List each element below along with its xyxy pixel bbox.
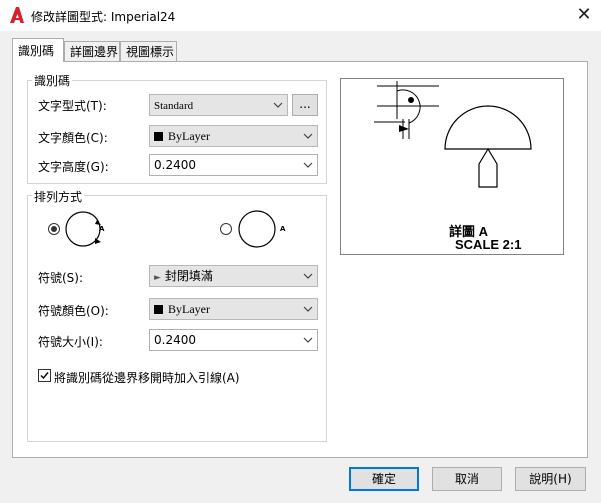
text-color-select[interactable]: ByLayer (149, 125, 318, 147)
help-button-label: 說明(H) (529, 472, 572, 486)
browse-button-label: ... (299, 97, 311, 111)
symbol-color-select[interactable]: ByLayer (149, 298, 318, 320)
text-height-combo[interactable]: 0.2400 (149, 154, 318, 176)
chevron-down-icon (303, 273, 313, 279)
arrangement-group-title: 排列方式 (32, 188, 85, 205)
tab-view-label[interactable]: 視圖標示 (120, 41, 177, 61)
arrangement-option-1-radio[interactable] (48, 223, 60, 235)
chevron-down-icon (303, 337, 313, 343)
color-swatch (154, 305, 163, 314)
symbol-value: 封閉填滿 (164, 269, 213, 283)
chevron-down-icon (303, 306, 313, 312)
close-button[interactable]: ✕ (572, 4, 596, 26)
tab-detail-boundary[interactable]: 詳圖邊界 (64, 41, 120, 61)
leader-checkbox[interactable] (38, 369, 51, 382)
close-icon: ✕ (576, 4, 592, 25)
symbol-size-value: 0.2400 (154, 333, 196, 347)
chevron-down-icon (273, 102, 283, 108)
symbol-color-value: ByLayer (168, 302, 210, 316)
leader-checkbox-label[interactable]: 將識別碼從邊界移開時加入引線(A) (54, 369, 240, 386)
arrangement-plain-circle-icon (238, 210, 276, 248)
tab-identifier[interactable]: 識別碼 (12, 38, 64, 62)
symbol-color-label: 符號顏色(O): (38, 304, 109, 318)
autocad-logo-icon (10, 7, 24, 23)
text-color-label: 文字顏色(C): (38, 131, 108, 145)
text-style-value: Standard (154, 100, 194, 112)
preview-scale-text: SCALE 2:1 (455, 237, 522, 252)
text-style-label: 文字型式(T): (38, 99, 107, 113)
radio-dot (51, 226, 57, 232)
chevron-down-icon (303, 133, 313, 139)
arrow-icon: ► (154, 273, 161, 283)
tab-label: 視圖標示 (126, 45, 175, 59)
color-swatch (154, 132, 163, 141)
symbol-size-label: 符號大小(I): (38, 335, 103, 349)
text-height-label: 文字高度(G): (38, 160, 109, 174)
ok-button-label: 確定 (371, 472, 396, 486)
chevron-down-icon (303, 162, 313, 168)
arrangement-option-1-letter: A (99, 225, 105, 233)
tab-label: 詳圖邊界 (70, 45, 119, 59)
text-color-value: ByLayer (168, 129, 210, 143)
symbol-select[interactable]: ► 封閉填滿 (149, 265, 318, 287)
text-height-value: 0.2400 (154, 158, 196, 172)
identifier-group-title: 識別碼 (32, 72, 73, 89)
arrangement-option-2-radio[interactable] (220, 223, 232, 235)
ok-button[interactable]: 確定 (349, 467, 419, 491)
help-button[interactable]: 說明(H) (515, 467, 586, 491)
arrangement-option-2-letter: A (280, 225, 286, 233)
symbol-size-combo[interactable]: 0.2400 (149, 329, 318, 351)
preview-pane: 詳圖 A SCALE 2:1 (340, 78, 564, 255)
text-style-select[interactable]: Standard (149, 94, 288, 116)
cancel-button[interactable]: 取消 (432, 467, 502, 491)
title-bar: 修改詳圖型式: Imperial24 ✕ (0, 0, 601, 31)
window-title: 修改詳圖型式: Imperial24 (31, 10, 176, 24)
browse-text-style-button[interactable]: ... (292, 94, 318, 116)
symbol-label: 符號(S): (38, 271, 84, 285)
tab-label: 識別碼 (18, 44, 55, 58)
cancel-button-label: 取消 (454, 472, 479, 486)
checkmark-icon (40, 372, 49, 380)
